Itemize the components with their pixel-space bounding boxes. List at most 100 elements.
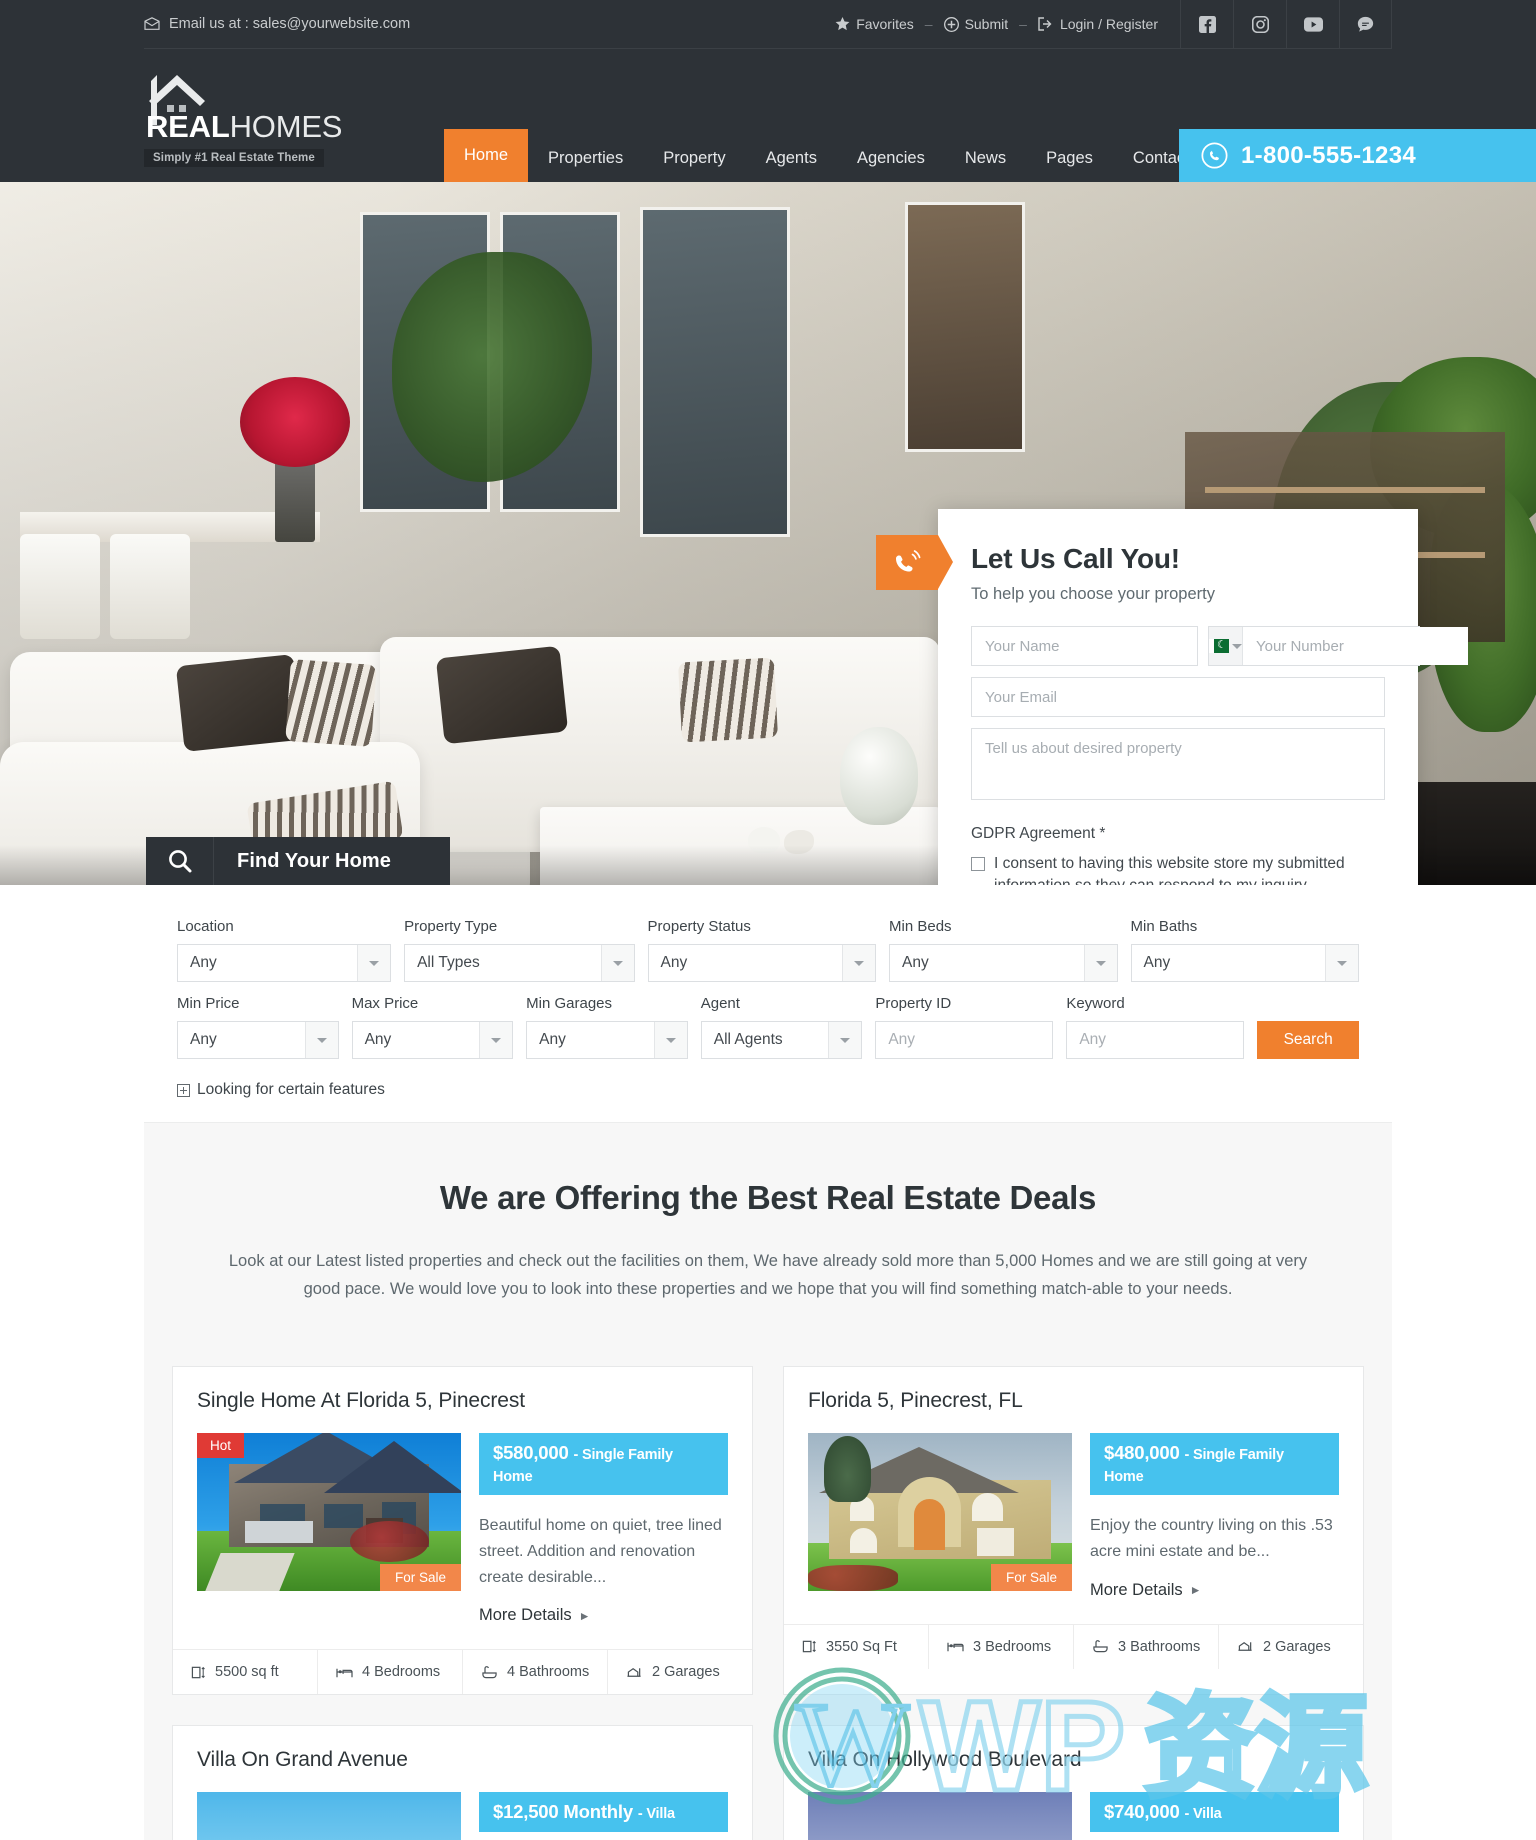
favorites-label: Favorites bbox=[856, 16, 914, 32]
value-max-price: Any bbox=[364, 1031, 392, 1048]
chevron-down-icon bbox=[1325, 945, 1359, 981]
value-location: Any bbox=[190, 954, 217, 971]
price-bar: $480,000 - Single Family Home bbox=[1090, 1432, 1339, 1495]
meta-bathrooms: 4 Bathrooms bbox=[463, 1650, 608, 1695]
number-field[interactable] bbox=[1243, 627, 1468, 665]
bath-icon bbox=[482, 1666, 497, 1679]
property-title: Single Home At Florida 5, Pinecrest bbox=[197, 1388, 525, 1412]
meta-text: 2 Garages bbox=[652, 1664, 720, 1681]
logo-bold: REAL bbox=[146, 109, 230, 144]
bath-icon bbox=[1093, 1640, 1108, 1653]
property-thumbnail[interactable]: Hot For Sale bbox=[197, 1432, 461, 1591]
nav-item-agencies[interactable]: Agencies bbox=[837, 135, 945, 183]
meta-text: 3 Bedrooms bbox=[973, 1638, 1052, 1655]
select-min-beds[interactable]: Any bbox=[889, 944, 1118, 982]
label-agent: Agent bbox=[700, 995, 740, 1012]
favorites-link[interactable]: Favorites bbox=[835, 16, 914, 32]
meta-text: 4 Bathrooms bbox=[507, 1664, 590, 1681]
more-details-link[interactable]: More Details ► bbox=[1090, 1581, 1202, 1600]
label-property-status: Property Status bbox=[647, 918, 751, 935]
select-location[interactable]: Any bbox=[177, 944, 392, 982]
nav-item-property[interactable]: Property bbox=[643, 135, 745, 183]
meta-text: 3550 Sq Ft bbox=[826, 1638, 897, 1655]
value-property-type: All Types bbox=[417, 954, 480, 971]
select-agent[interactable]: All Agents bbox=[700, 1021, 863, 1059]
property-meta-bar: 5500 sq ft 4 Bedrooms 4 Bathrooms 2 Gara… bbox=[173, 1649, 752, 1695]
message-icon[interactable] bbox=[1339, 0, 1392, 49]
property-id-input[interactable] bbox=[875, 1021, 1054, 1059]
price-bar: $12,500 Monthly - Villa bbox=[479, 1792, 728, 1833]
field-property-status: Property Status Any bbox=[647, 918, 877, 982]
hot-badge: Hot bbox=[197, 1432, 245, 1458]
nav-item-pages[interactable]: Pages bbox=[1026, 135, 1113, 183]
callback-form: Let Us Call You! To help you choose your… bbox=[876, 509, 1468, 885]
property-excerpt: Enjoy the country living on this .53 acr… bbox=[1090, 1516, 1333, 1560]
property-card[interactable]: Florida 5, Pinecrest, FL For Sale $480,0… bbox=[783, 1365, 1364, 1696]
nav-item-properties[interactable]: Properties bbox=[528, 135, 643, 183]
label-keyword: Keyword bbox=[1066, 995, 1125, 1012]
field-min-price: Min Price Any bbox=[177, 995, 339, 1059]
more-features-toggle[interactable]: Looking for certain features bbox=[177, 1081, 1359, 1099]
country-flag-select[interactable] bbox=[1209, 627, 1243, 665]
select-property-type[interactable]: All Types bbox=[404, 944, 635, 982]
nav-item-agents[interactable]: Agents bbox=[746, 135, 837, 183]
value-agent: All Agents bbox=[713, 1031, 783, 1048]
property-thumbnail[interactable] bbox=[197, 1792, 461, 1840]
submit-link[interactable]: Submit bbox=[943, 16, 1009, 32]
email-field[interactable] bbox=[971, 677, 1385, 717]
submit-label: Submit bbox=[964, 16, 1009, 32]
label-min-price: Min Price bbox=[177, 995, 240, 1012]
meta-garages: 2 Garages bbox=[608, 1650, 752, 1694]
select-max-price[interactable]: Any bbox=[351, 1021, 514, 1059]
nav-item-home[interactable]: Home bbox=[444, 128, 529, 182]
chevron-down-icon bbox=[479, 1022, 513, 1058]
property-card[interactable]: Single Home At Florida 5, Pinecrest Hot … bbox=[172, 1365, 753, 1696]
value-min-baths: Any bbox=[1143, 954, 1171, 971]
name-field[interactable] bbox=[971, 626, 1198, 666]
hero-section: Let Us Call You! To help you choose your… bbox=[0, 182, 1536, 885]
more-details-link[interactable]: More Details ► bbox=[479, 1606, 591, 1625]
field-property-id: Property ID bbox=[875, 995, 1054, 1059]
phone-bar[interactable]: 1-800-555-1234 bbox=[1179, 129, 1536, 182]
for-sale-badge: For Sale bbox=[990, 1563, 1072, 1591]
facebook-icon[interactable] bbox=[1180, 0, 1233, 49]
property-thumbnail[interactable] bbox=[808, 1792, 1072, 1840]
property-title: Florida 5, Pinecrest, FL bbox=[808, 1388, 1023, 1412]
meta-bathrooms: 3 Bathrooms bbox=[1074, 1624, 1219, 1669]
phone-group bbox=[1208, 626, 1468, 666]
gdpr-label: GDPR Agreement * bbox=[971, 825, 1106, 842]
gdpr-checkbox[interactable] bbox=[971, 857, 985, 871]
property-thumbnail[interactable]: For Sale bbox=[808, 1432, 1072, 1591]
field-min-garages: Min Garages Any bbox=[526, 995, 688, 1059]
select-property-status[interactable]: Any bbox=[647, 944, 877, 982]
callback-subtitle: To help you choose your property bbox=[971, 585, 1215, 603]
offer-paragraph: Look at our Latest listed properties and… bbox=[228, 1252, 1308, 1299]
property-card[interactable]: Villa On Grand Avenue $12,500 Monthly - … bbox=[172, 1725, 753, 1840]
meta-garages: 2 Garages bbox=[1219, 1625, 1363, 1669]
envelope-icon bbox=[144, 17, 160, 31]
nav-item-news[interactable]: News bbox=[945, 135, 1026, 183]
property-card[interactable]: Villa On Hollywood Boulevard $740,000 - … bbox=[783, 1725, 1364, 1840]
for-sale-badge: For Sale bbox=[379, 1563, 461, 1591]
meta-bedrooms: 4 Bedrooms bbox=[318, 1650, 463, 1695]
instagram-icon[interactable] bbox=[1233, 0, 1286, 49]
keyword-input[interactable] bbox=[1066, 1021, 1245, 1059]
price-bar: $580,000 - Single Family Home bbox=[479, 1432, 728, 1495]
chevron-down-icon bbox=[842, 945, 876, 981]
youtube-icon[interactable] bbox=[1286, 0, 1339, 49]
star-icon bbox=[835, 17, 850, 31]
login-label: Login / Register bbox=[1059, 16, 1158, 32]
site-logo[interactable]: REALHOMES Simply #1 Real Estate Theme bbox=[144, 67, 342, 167]
select-min-garages[interactable]: Any bbox=[526, 1021, 688, 1059]
select-min-price[interactable]: Any bbox=[177, 1021, 339, 1059]
select-min-baths[interactable]: Any bbox=[1130, 944, 1360, 982]
label-min-beds: Min Beds bbox=[889, 918, 952, 935]
field-property-type: Property Type All Types bbox=[404, 918, 635, 982]
meta-area: 3550 Sq Ft bbox=[784, 1624, 929, 1669]
message-field[interactable] bbox=[971, 728, 1385, 800]
phone-ring-icon bbox=[876, 535, 953, 590]
search-button[interactable]: Search bbox=[1257, 1021, 1359, 1059]
login-register-link[interactable]: Login / Register bbox=[1038, 16, 1158, 32]
main-navigation: Home Properties Property Agents Agencies… bbox=[444, 128, 1210, 183]
field-agent: Agent All Agents bbox=[700, 995, 863, 1059]
